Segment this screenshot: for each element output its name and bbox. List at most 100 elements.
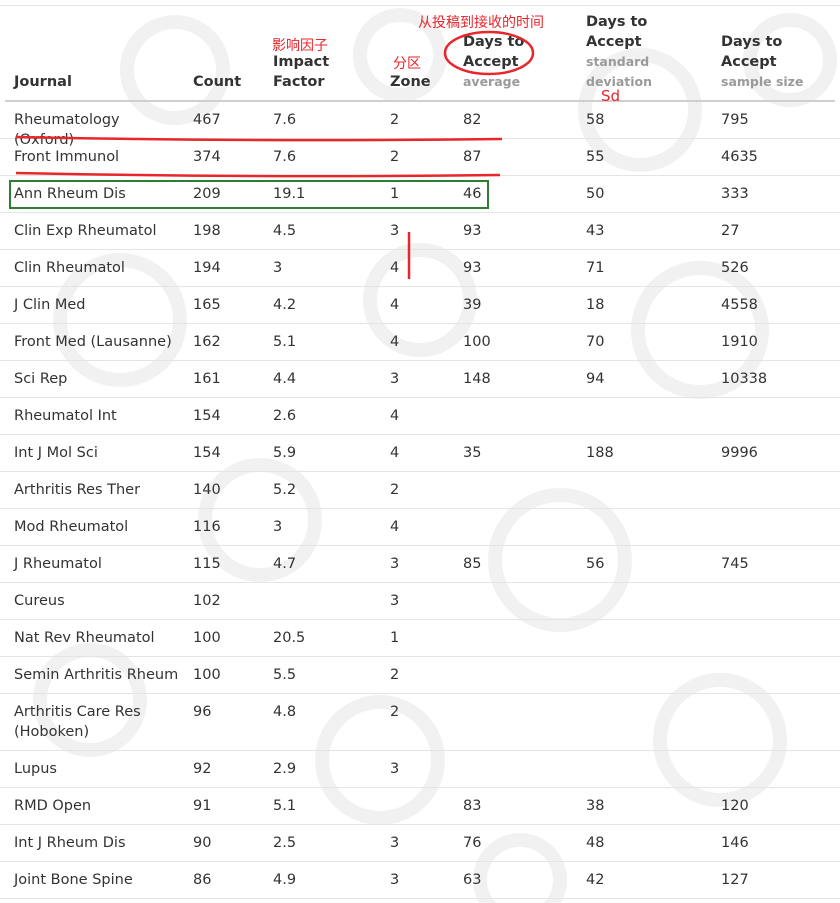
cell-days-sd: 71 <box>586 260 605 276</box>
cell-days-sd: 43 <box>586 223 605 239</box>
cell-impact-factor: 2.9 <box>273 761 297 777</box>
cell-days-average: 63 <box>463 872 482 888</box>
header-days-to-accept-sd[interactable]: Days to Accept standard deviation <box>586 12 652 92</box>
cell-count: 100 <box>193 630 221 646</box>
table-row[interactable]: Int J Rheum Dis 90 2.5 3 76 48 146 <box>0 825 840 862</box>
cell-journal: Lupus <box>14 761 57 777</box>
cell-journal: RMD Open <box>14 798 92 814</box>
cell-count: 154 <box>193 408 221 424</box>
cell-zone: 2 <box>390 667 400 683</box>
header-sd-line2: Accept <box>586 34 642 50</box>
table-row[interactable]: Front Immunol 374 7.6 2 87 55 4635 <box>0 139 840 176</box>
header-impact-factor[interactable]: Impact Factor <box>273 52 329 92</box>
cell-impact-factor: 5.1 <box>273 798 297 814</box>
table-row[interactable]: Clin Exp Rheumatol 198 4.5 3 93 43 27 <box>0 213 840 250</box>
cell-count: 92 <box>193 761 212 777</box>
cell-impact-factor: 4.7 <box>273 556 297 572</box>
table-row[interactable]: Clin Rheumatol 194 3 4 93 71 526 <box>0 250 840 287</box>
cell-days-average: 87 <box>463 149 482 165</box>
cell-impact-factor: 4.4 <box>273 371 297 387</box>
cell-journal: Clin Rheumatol <box>14 260 125 276</box>
table-row[interactable]: Mod Rheumatol 116 3 4 <box>0 509 840 546</box>
cell-days-sample-size: 146 <box>721 835 749 851</box>
cell-journal: Rheumatol Int <box>14 408 117 424</box>
cell-days-sample-size: 745 <box>721 556 749 572</box>
header-journal[interactable]: Journal <box>14 72 72 92</box>
cell-journal: Nat Rev Rheumatol <box>14 630 155 646</box>
cell-impact-factor: 5.9 <box>273 445 297 461</box>
cell-days-sample-size: 795 <box>721 112 749 128</box>
cell-days-sample-size: 27 <box>721 223 740 239</box>
cell-impact-factor: 4.9 <box>273 872 297 888</box>
cell-impact-factor: 4.2 <box>273 297 297 313</box>
cell-zone: 3 <box>390 872 400 888</box>
table-row[interactable]: Ann Rheum Dis 209 19.1 1 46 50 333 <box>0 176 840 213</box>
header-impact-line1: Impact <box>273 54 330 70</box>
cell-zone: 2 <box>390 704 400 720</box>
cell-days-sample-size: 1910 <box>721 334 758 350</box>
cell-count: 194 <box>193 260 221 276</box>
cell-days-average: 148 <box>463 371 491 387</box>
table-row[interactable]: Int J Mol Sci 154 5.9 4 35 188 9996 <box>0 435 840 472</box>
cell-count: 100 <box>193 667 221 683</box>
table-row[interactable]: Arthritis Res Ther 140 5.2 2 <box>0 472 840 509</box>
cell-journal: Front Med (Lausanne) <box>14 334 172 350</box>
cell-days-sample-size: 10338 <box>721 371 768 387</box>
cell-impact-factor: 5.1 <box>273 334 297 350</box>
annotation-zone-cn: 分区 <box>393 56 421 72</box>
header-n-sub: sample size <box>721 74 804 89</box>
table-row[interactable]: Lupus 92 2.9 3 <box>0 751 840 788</box>
cell-zone: 3 <box>390 371 400 387</box>
cell-count: 198 <box>193 223 221 239</box>
annotation-sd-label: Sd <box>601 87 621 105</box>
header-avg-line2: Accept <box>463 54 519 70</box>
cell-days-average: 100 <box>463 334 491 350</box>
table-row[interactable]: Cureus 102 3 <box>0 583 840 620</box>
header-zone[interactable]: Zone <box>390 72 431 92</box>
cell-days-sd: 38 <box>586 798 605 814</box>
table-row[interactable]: Sci Rep 161 4.4 3 148 94 10338 <box>0 361 840 398</box>
cell-journal: Joint Bone Spine <box>14 872 133 888</box>
table-row[interactable]: J Rheumatol 115 4.7 3 85 56 745 <box>0 546 840 583</box>
cell-days-average: 93 <box>463 223 482 239</box>
table-row[interactable]: Front Med (Lausanne) 162 5.1 4 100 70 1910 <box>0 324 840 361</box>
cell-zone: 3 <box>390 835 400 851</box>
cell-journal: J Rheumatol <box>14 556 102 572</box>
table-row[interactable]: Arthritis Care Res (Hoboken) 96 4.8 2 <box>0 694 840 751</box>
cell-journal: Mod Rheumatol <box>14 519 129 535</box>
cell-days-sd: 48 <box>586 835 605 851</box>
annotation-days-to-accept-cn: 从投稿到接收的时间 <box>418 15 544 31</box>
table-row[interactable]: Rheumatology (Oxford) 467 7.6 2 82 58 795 <box>0 102 840 148</box>
table-row[interactable]: J Clin Med 165 4.2 4 39 18 4558 <box>0 287 840 324</box>
cell-days-average: 76 <box>463 835 482 851</box>
table-row[interactable]: Joint Bone Spine 86 4.9 3 63 42 127 <box>0 862 840 899</box>
cell-count: 116 <box>193 519 221 535</box>
cell-zone: 4 <box>390 334 400 350</box>
cell-zone: 3 <box>390 223 400 239</box>
cell-count: 162 <box>193 334 221 350</box>
cell-impact-factor: 7.6 <box>273 112 297 128</box>
cell-impact-factor: 5.2 <box>273 482 297 498</box>
cell-count: 209 <box>193 186 221 202</box>
cell-count: 161 <box>193 371 221 387</box>
cell-impact-factor: 2.5 <box>273 835 297 851</box>
table-row[interactable]: RMD Open 91 5.1 83 38 120 <box>0 788 840 825</box>
cell-zone: 4 <box>390 519 400 535</box>
cell-journal: Sci Rep <box>14 371 68 387</box>
cell-journal: Cureus <box>14 593 65 609</box>
cell-days-average: 46 <box>463 186 482 202</box>
cell-zone: 3 <box>390 556 400 572</box>
cell-zone: 4 <box>390 445 400 461</box>
cell-days-sample-size: 526 <box>721 260 749 276</box>
header-count[interactable]: Count <box>193 72 241 92</box>
header-days-to-accept-sample-size[interactable]: Days to Accept sample size <box>721 32 803 92</box>
cell-zone: 4 <box>390 260 400 276</box>
table-row[interactable]: Nat Rev Rheumatol 100 20.5 1 <box>0 620 840 657</box>
table-row[interactable]: Semin Arthritis Rheum 100 5.5 2 <box>0 657 840 694</box>
cell-days-sample-size: 9996 <box>721 445 758 461</box>
cell-count: 374 <box>193 149 221 165</box>
cell-impact-factor: 4.5 <box>273 223 297 239</box>
header-days-to-accept-average[interactable]: Days to Accept average <box>463 32 524 92</box>
table-row[interactable]: Rheumatol Int 154 2.6 4 <box>0 398 840 435</box>
cell-days-average: 83 <box>463 798 482 814</box>
